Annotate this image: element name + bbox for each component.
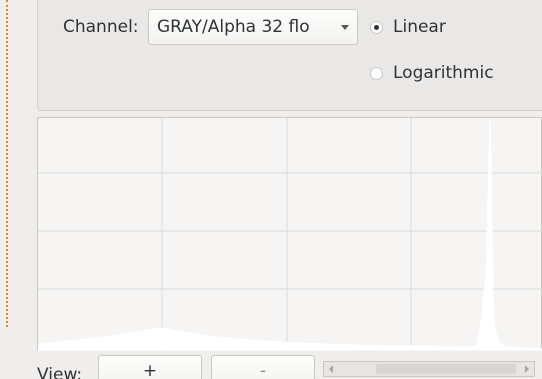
histogram-canvas	[38, 118, 542, 351]
linear-radio-label: Linear	[393, 17, 446, 37]
radio-checked-icon	[370, 20, 383, 34]
radio-unchecked-icon	[370, 66, 383, 80]
channel-label: Channel:	[63, 17, 139, 37]
horizontal-scrollbar[interactable]	[323, 361, 535, 377]
linear-radio[interactable]: Linear	[370, 17, 446, 37]
view-label: View:	[37, 365, 83, 379]
channel-select[interactable]: GRAY/Alpha 32 flo	[148, 9, 358, 45]
histogram-grid	[38, 118, 542, 351]
scroll-left-icon[interactable]	[329, 365, 333, 373]
histogram-curve	[38, 118, 542, 351]
zoom-in-button[interactable]: +	[98, 355, 202, 379]
scroll-right-icon[interactable]	[525, 365, 529, 373]
scrollbar-thumb[interactable]	[376, 364, 516, 374]
channel-label-text: Channel:	[63, 17, 139, 37]
focus-indicator	[6, 0, 8, 327]
chevron-down-icon	[341, 25, 349, 30]
logarithmic-radio-label: Logarithmic	[393, 63, 494, 83]
histogram-view[interactable]	[37, 117, 542, 351]
view-row: View: + -	[0, 352, 542, 379]
logarithmic-radio[interactable]: Logarithmic	[370, 63, 494, 83]
histogram-dialog: Channel: GRAY/Alpha 32 flo Linear Logari…	[0, 0, 542, 379]
zoom-out-button[interactable]: -	[211, 355, 315, 379]
channel-select-value: GRAY/Alpha 32 flo	[157, 17, 310, 37]
